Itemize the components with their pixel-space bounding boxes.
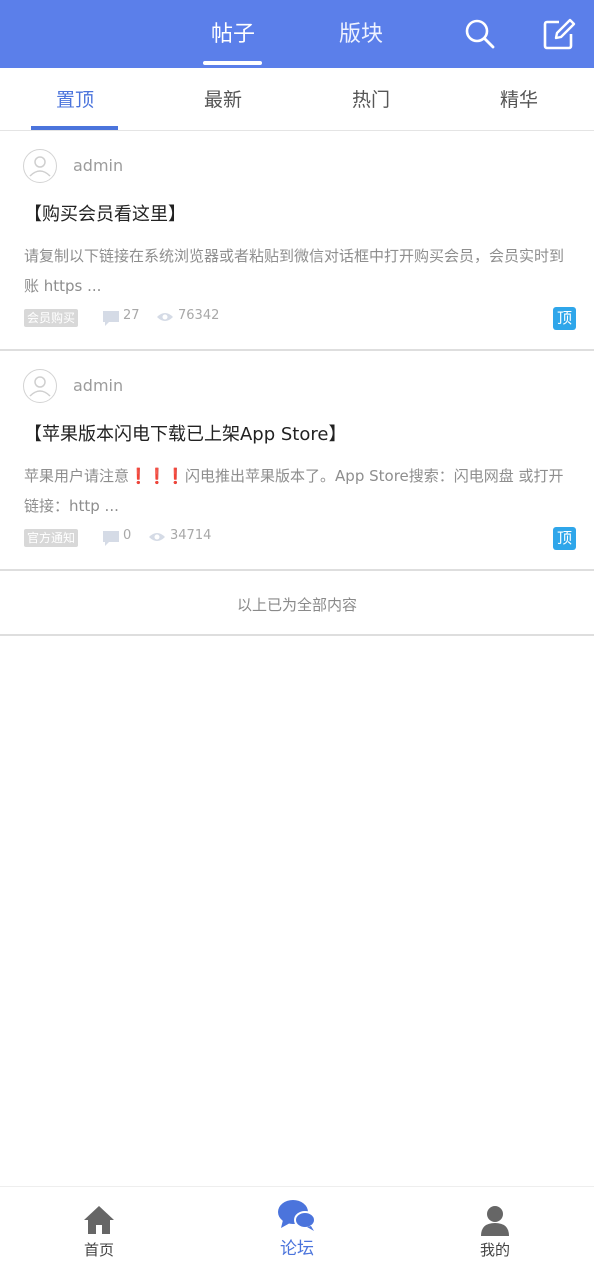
subtab-latest[interactable]: 最新 (178, 85, 268, 115)
pinned-badge: 顶 (553, 527, 576, 550)
subtab-hot[interactable]: 热门 (326, 85, 416, 115)
nav-home[interactable]: 首页 (39, 1187, 159, 1277)
nav-label: 论坛 (280, 1239, 314, 1259)
compose-icon (543, 18, 576, 50)
sub-tab-bar: 置顶 最新 热门 精华 (0, 68, 594, 131)
nav-forum[interactable]: 论坛 (237, 1187, 357, 1277)
comment-icon (103, 531, 119, 546)
tab-boards[interactable]: 版块 (331, 18, 391, 52)
post-meta: 官方通知 0 34714 顶 (24, 527, 576, 550)
nav-label: 我的 (479, 1241, 510, 1259)
post-tag[interactable]: 会员购买 (24, 309, 79, 327)
end-of-list-text: 以上已为全部内容 (0, 586, 594, 636)
view-count: 34714 (170, 528, 212, 543)
tab-posts[interactable]: 帖子 (203, 18, 263, 52)
comment-count: 0 (123, 528, 132, 543)
top-header: 帖子 版块 (0, 0, 594, 68)
subtab-indicator (31, 126, 118, 130)
avatar[interactable] (23, 149, 57, 183)
forum-icon (278, 1200, 316, 1231)
comment-count: 27 (123, 308, 140, 323)
views-icon (149, 533, 165, 541)
user-avatar-icon (29, 376, 51, 397)
nav-profile[interactable]: 我的 (435, 1187, 555, 1277)
home-icon (84, 1206, 114, 1234)
subtab-pinned[interactable]: 置顶 (30, 85, 120, 115)
post-title[interactable]: 【苹果版本闪电下载已上架App Store】 (24, 421, 346, 449)
post-excerpt: 苹果用户请注意❗❗❗闪电推出苹果版本了。App Store搜索：闪电网盘 或打开… (24, 461, 576, 521)
post-author[interactable]: admin (73, 154, 123, 178)
post-author[interactable]: admin (73, 374, 123, 398)
comment-icon (103, 311, 119, 326)
search-button[interactable] (463, 16, 497, 52)
search-icon (465, 19, 495, 49)
user-avatar-icon (29, 156, 51, 177)
post-tag[interactable]: 官方通知 (24, 529, 79, 547)
bottom-nav: 首页 论坛 我的 (0, 1186, 594, 1280)
pinned-badge: 顶 (553, 307, 576, 330)
subtab-featured[interactable]: 精华 (474, 85, 564, 115)
profile-icon (481, 1206, 509, 1236)
exclamation-marks: ❗❗❗ (129, 467, 186, 485)
compose-button[interactable] (542, 16, 576, 52)
post-item[interactable]: admin 【苹果版本闪电下载已上架App Store】 苹果用户请注意❗❗❗闪… (0, 351, 594, 571)
excerpt-text: 苹果用户请注意 (24, 467, 130, 485)
nav-label: 首页 (83, 1241, 114, 1259)
post-title[interactable]: 【购买会员看这里】 (24, 201, 186, 229)
avatar[interactable] (23, 369, 57, 403)
post-meta: 会员购买 27 76342 顶 (24, 307, 576, 330)
active-tab-indicator (203, 61, 262, 65)
post-item[interactable]: admin 【购买会员看这里】 请复制以下链接在系统浏览器或者粘贴到微信对话框中… (0, 131, 594, 351)
view-count: 76342 (178, 308, 220, 323)
views-icon (157, 313, 173, 321)
post-excerpt: 请复制以下链接在系统浏览器或者粘贴到微信对话框中打开购买会员，会员实时到账 ht… (24, 247, 565, 295)
